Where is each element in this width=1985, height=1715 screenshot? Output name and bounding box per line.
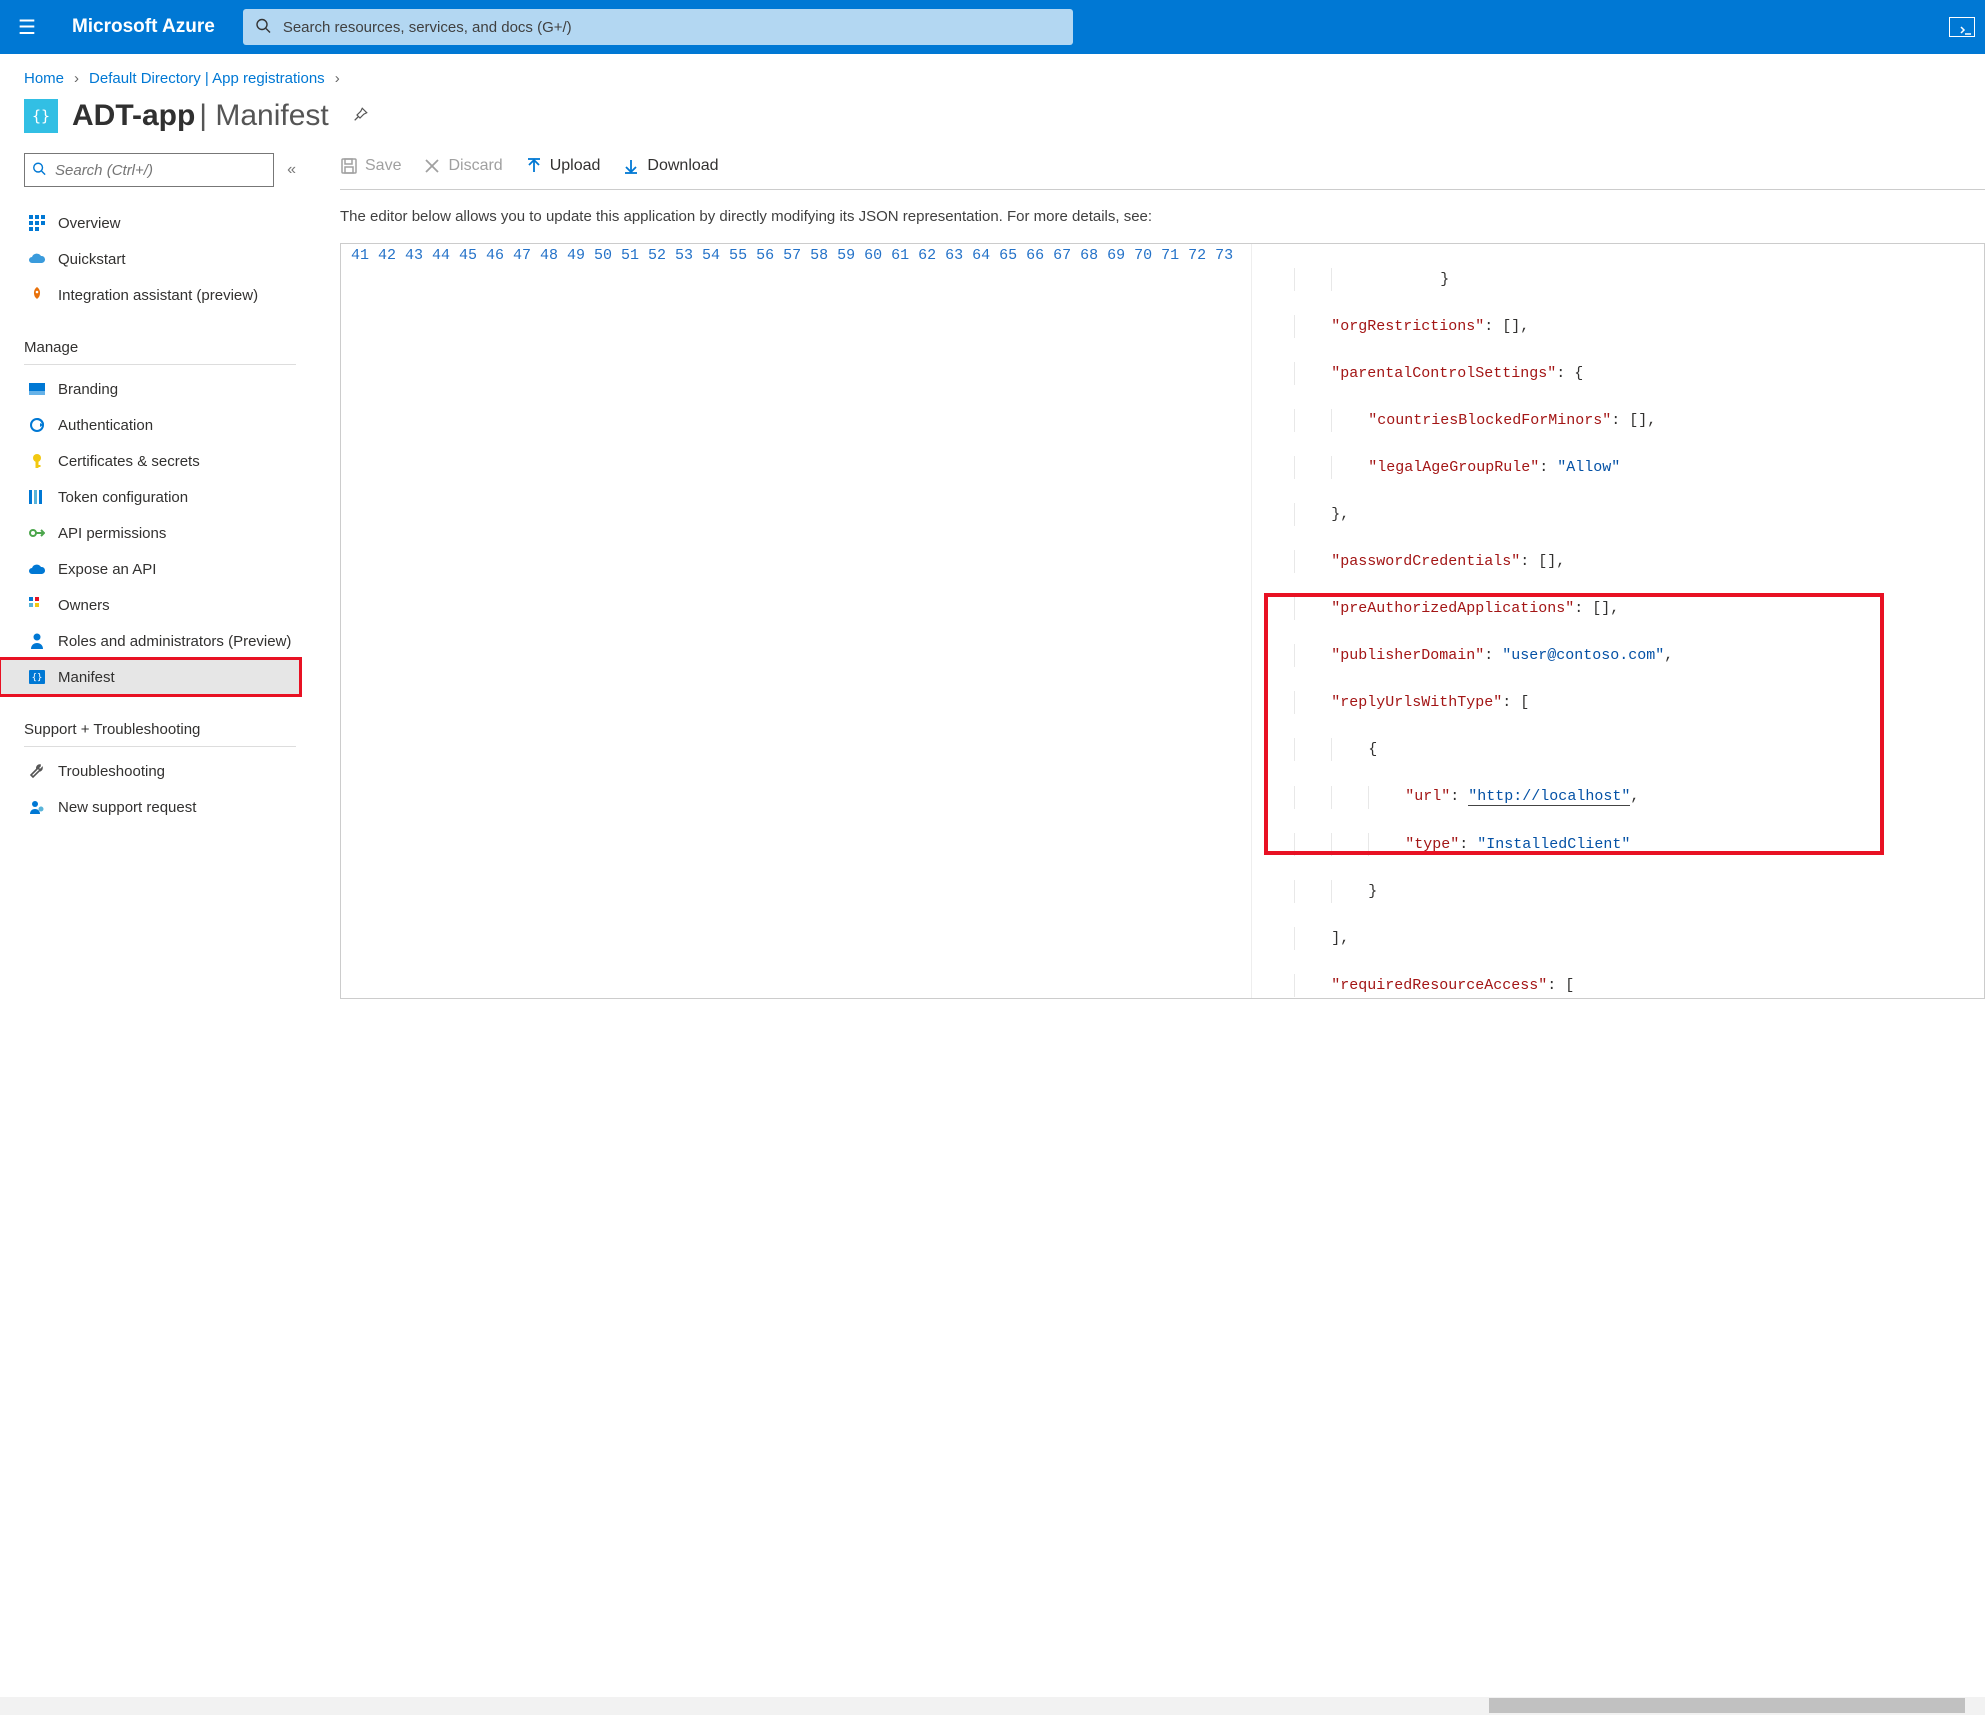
toolbar: Save Discard Upload Download — [340, 153, 1985, 190]
code-area[interactable]: } "orgRestrictions": [], "parentalContro… — [1251, 244, 1984, 998]
sidebar-item-label: New support request — [58, 799, 196, 816]
sidebar-item-label: Branding — [58, 381, 118, 398]
api-perm-icon — [28, 524, 46, 542]
main-content: Save Discard Upload Download The editor … — [320, 153, 1985, 999]
app-icon: {} — [24, 99, 58, 133]
sidebar-item-roles[interactable]: Roles and administrators (Preview) — [24, 623, 296, 659]
sidebar-item-label: API permissions — [58, 525, 166, 542]
sidebar-item-label: Overview — [58, 215, 121, 232]
cloud-shell-icon[interactable] — [1949, 17, 1975, 37]
sidebar-item-label: Manifest — [58, 669, 115, 686]
search-icon — [255, 18, 271, 37]
nav-group-support: Support + Troubleshooting — [24, 713, 296, 747]
sidebar-item-token-config[interactable]: Token configuration — [24, 479, 296, 515]
search-icon — [32, 162, 46, 179]
page-title-row: {} ADT-app | Manifest — [0, 95, 1985, 153]
grid-icon — [28, 214, 46, 232]
sidebar: « Overview Quickstart Integration assist… — [0, 153, 320, 999]
horizontal-scrollbar[interactable] — [0, 1697, 1985, 1715]
breadcrumb: Home › Default Directory | App registrat… — [0, 54, 1985, 95]
global-search-input[interactable] — [243, 9, 1073, 45]
upload-icon — [525, 157, 543, 175]
sidebar-item-label: Token configuration — [58, 489, 188, 506]
breadcrumb-dir[interactable]: Default Directory | App registrations — [89, 70, 325, 87]
sidebar-item-label: Expose an API — [58, 561, 156, 578]
sidebar-item-label: Certificates & secrets — [58, 453, 200, 470]
manifest-icon: {} — [28, 668, 46, 686]
auth-icon — [28, 416, 46, 434]
sidebar-item-manifest[interactable]: {} Manifest — [0, 659, 300, 695]
cloud-icon — [28, 560, 46, 578]
sidebar-item-new-request[interactable]: New support request — [24, 789, 296, 825]
editor-description: The editor below allows you to update th… — [340, 190, 1985, 243]
brand[interactable]: Microsoft Azure — [64, 16, 223, 38]
support-icon — [28, 798, 46, 816]
sidebar-item-quickstart[interactable]: Quickstart — [24, 241, 296, 277]
download-icon — [622, 157, 640, 175]
pin-icon[interactable] — [351, 106, 369, 127]
sidebar-item-branding[interactable]: Branding — [24, 371, 296, 407]
sidebar-item-label: Authentication — [58, 417, 153, 434]
topbar: ☰ Microsoft Azure — [0, 0, 1985, 54]
line-gutter: 41 42 43 44 45 46 47 48 49 50 51 52 53 5… — [341, 244, 1251, 998]
json-editor[interactable]: 41 42 43 44 45 46 47 48 49 50 51 52 53 5… — [340, 243, 1985, 999]
hamburger-icon[interactable]: ☰ — [10, 15, 44, 40]
key-icon — [28, 452, 46, 470]
download-button[interactable]: Download — [622, 157, 718, 175]
global-search[interactable] — [243, 9, 1073, 45]
sidebar-item-label: Quickstart — [58, 251, 126, 268]
sidebar-item-owners[interactable]: Owners — [24, 587, 296, 623]
cloud-icon — [28, 250, 46, 268]
rocket-icon — [28, 286, 46, 304]
chevron-right-icon: › — [74, 70, 79, 87]
app-name: ADT-app — [72, 99, 195, 132]
upload-button[interactable]: Upload — [525, 157, 601, 175]
sidebar-item-authentication[interactable]: Authentication — [24, 407, 296, 443]
sidebar-item-overview[interactable]: Overview — [24, 205, 296, 241]
sidebar-item-expose-api[interactable]: Expose an API — [24, 551, 296, 587]
token-icon — [28, 488, 46, 506]
svg-text:{}: {} — [32, 673, 43, 683]
chevron-right-icon: › — [335, 70, 340, 87]
sidebar-item-certificates[interactable]: Certificates & secrets — [24, 443, 296, 479]
sidebar-item-label: Owners — [58, 597, 110, 614]
sidebar-item-label: Roles and administrators (Preview) — [58, 633, 291, 650]
sidebar-item-api-permissions[interactable]: API permissions — [24, 515, 296, 551]
nav-group-manage: Manage — [24, 331, 296, 365]
close-icon — [423, 157, 441, 175]
save-button[interactable]: Save — [340, 157, 401, 175]
breadcrumb-home[interactable]: Home — [24, 70, 64, 87]
highlight-box — [1264, 593, 1884, 855]
scrollbar-thumb[interactable] — [1489, 1698, 1965, 1713]
sidebar-item-label: Troubleshooting — [58, 763, 165, 780]
sidebar-item-troubleshooting[interactable]: Troubleshooting — [24, 753, 296, 789]
branding-icon — [28, 380, 46, 398]
page-title: | Manifest — [199, 99, 329, 132]
sidebar-item-integration[interactable]: Integration assistant (preview) — [24, 277, 296, 313]
sidebar-item-label: Integration assistant (preview) — [58, 287, 258, 304]
owners-icon — [28, 596, 46, 614]
discard-button[interactable]: Discard — [423, 157, 502, 175]
collapse-sidebar-icon[interactable]: « — [287, 161, 296, 179]
sidebar-search-input[interactable] — [24, 153, 274, 187]
save-icon — [340, 157, 358, 175]
wrench-icon — [28, 762, 46, 780]
person-icon — [28, 632, 46, 650]
